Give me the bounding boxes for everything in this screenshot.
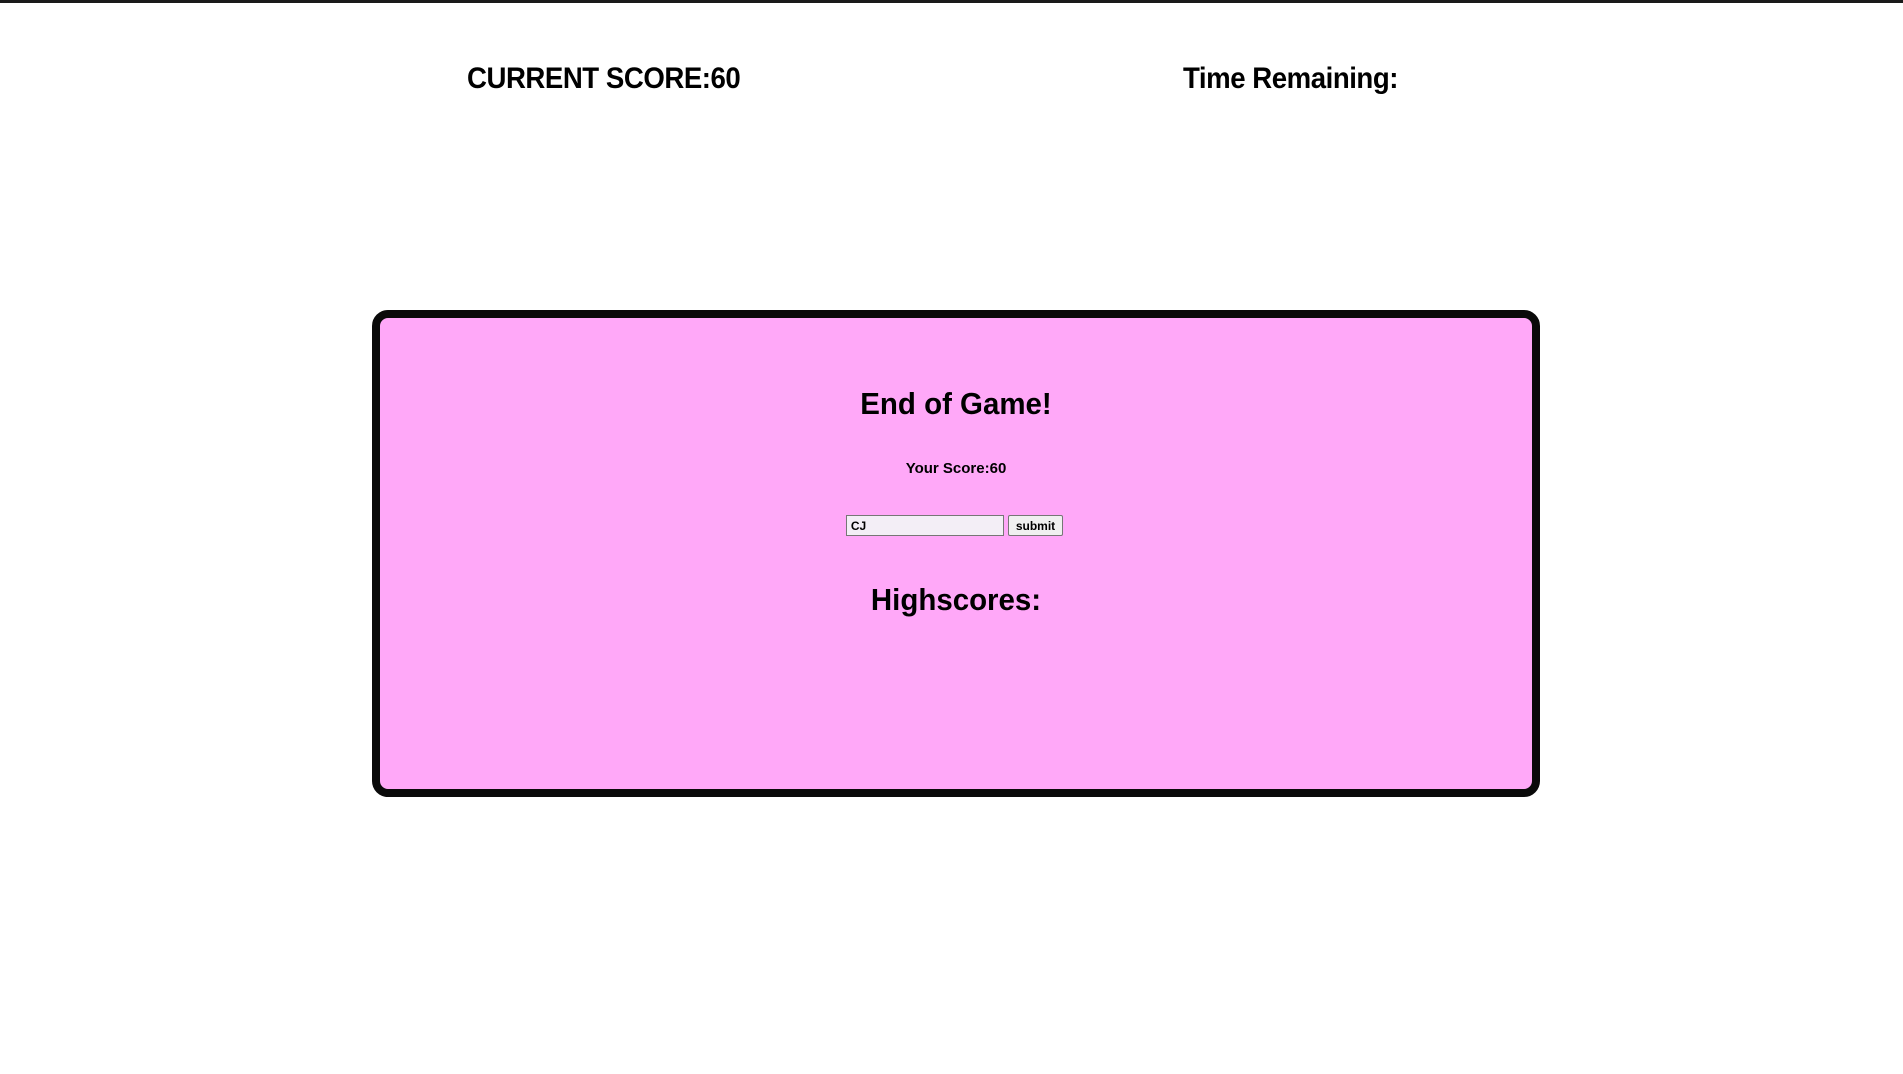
initials-input[interactable] — [845, 515, 1004, 536]
end-of-game-panel: End of Game! Your Score:60 submit Highsc… — [372, 310, 1540, 797]
final-score-value: 60 — [989, 460, 1007, 477]
current-score-display: CURRENT SCORE:60 — [467, 62, 741, 96]
top-border-bar — [0, 0, 1903, 3]
initials-form: submit — [380, 515, 1532, 536]
time-remaining-label: Time Remaining: — [1183, 62, 1398, 95]
current-score-value: 60 — [710, 62, 741, 95]
final-score-label: Your Score: — [905, 460, 990, 477]
time-remaining-display: Time Remaining: — [1183, 62, 1398, 96]
final-score-line: Your Score:60 — [380, 460, 1532, 477]
end-of-game-title: End of Game! — [860, 386, 1052, 421]
highscores-title: Highscores: — [870, 582, 1042, 617]
current-score-label: CURRENT SCORE: — [467, 62, 711, 95]
submit-button[interactable]: submit — [1007, 515, 1064, 536]
